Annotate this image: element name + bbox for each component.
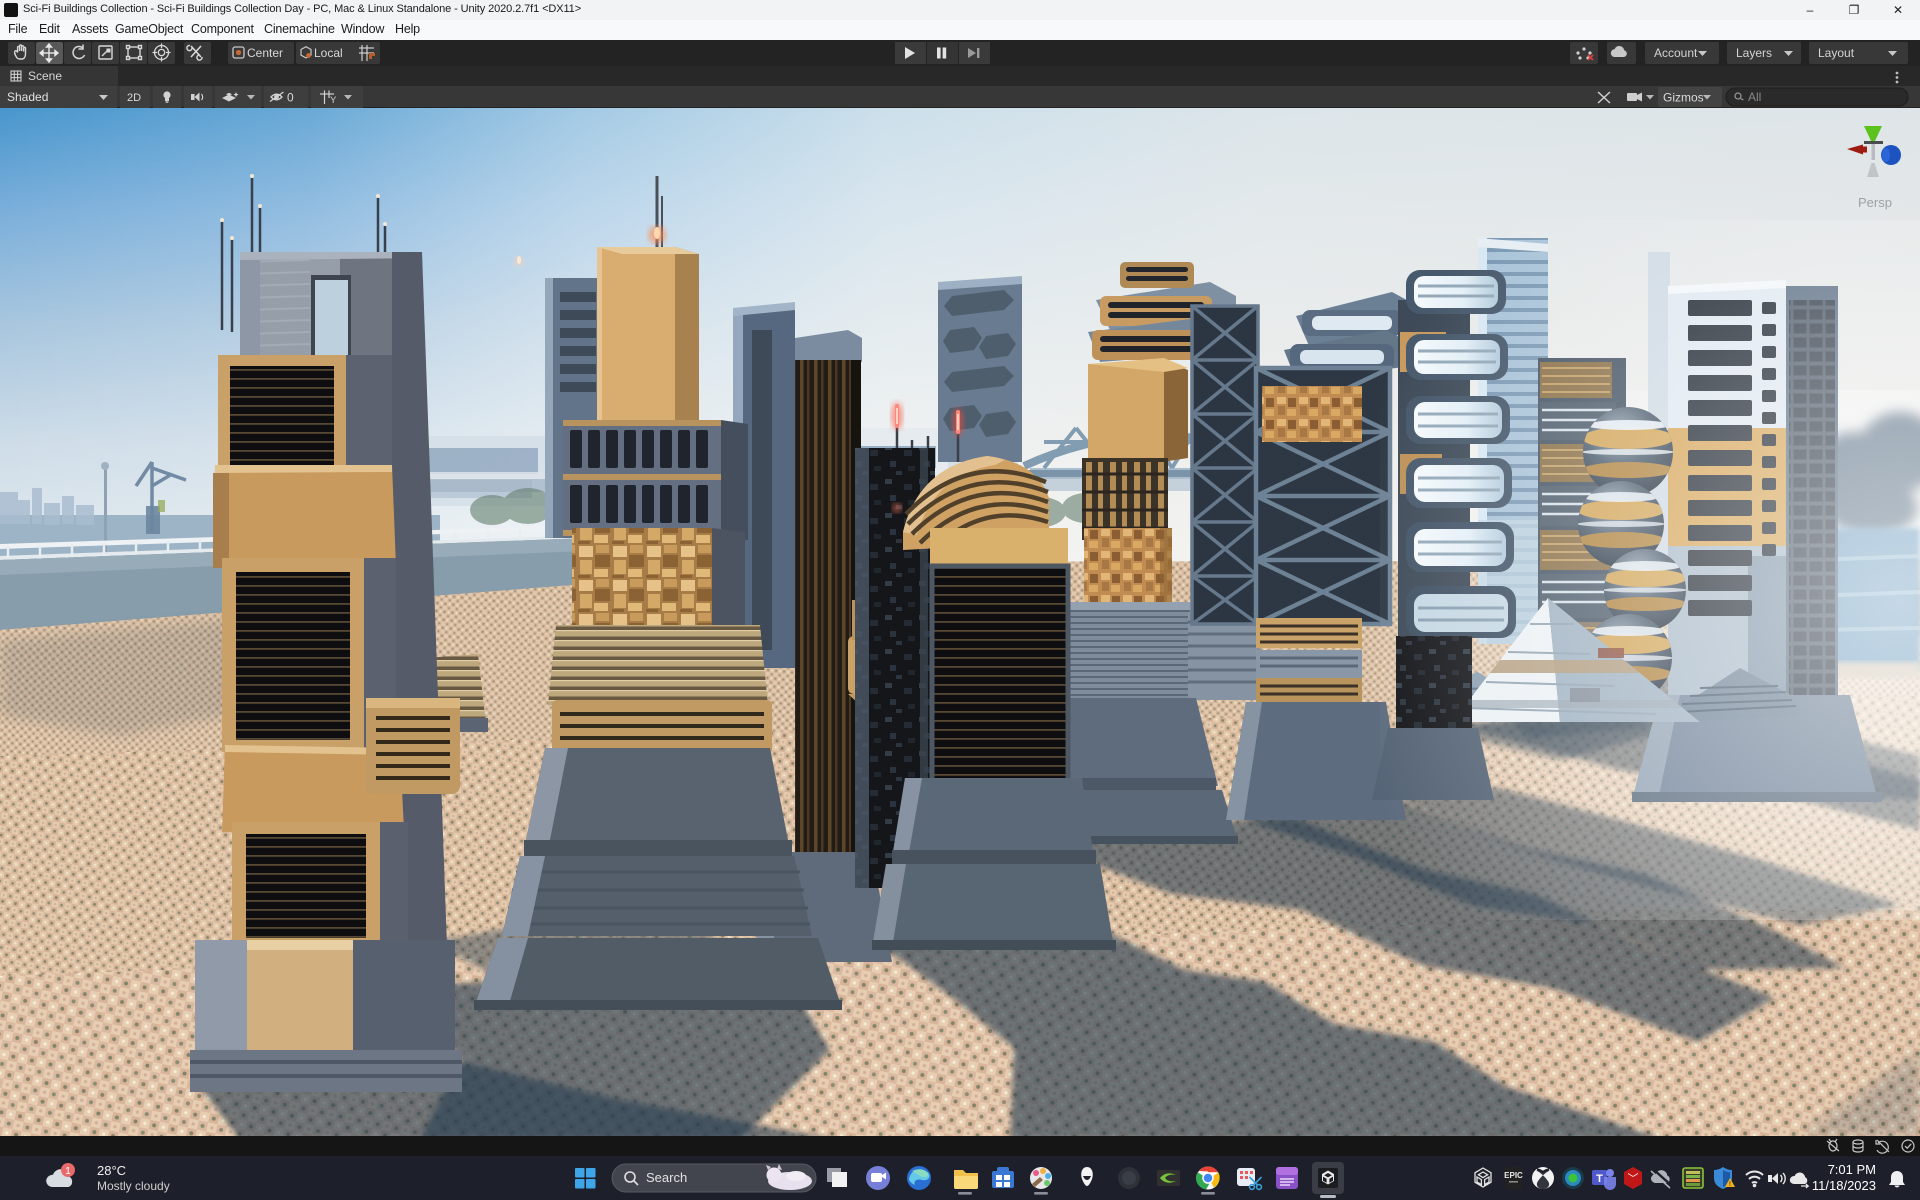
- svg-text:Account: Account: [1654, 46, 1698, 60]
- svg-text:Local: Local: [314, 46, 343, 60]
- svg-text:2D: 2D: [127, 92, 141, 104]
- svg-text:EPIC: EPIC: [1504, 1171, 1523, 1180]
- svg-text:T: T: [1596, 1173, 1603, 1185]
- svg-text:Gizmos: Gizmos: [1663, 91, 1704, 105]
- svg-text:Layout: Layout: [1818, 46, 1855, 60]
- svg-text:All: All: [1748, 90, 1761, 104]
- svg-text:1: 1: [65, 1166, 71, 1177]
- svg-text:Search: Search: [646, 1170, 687, 1185]
- svg-text:0: 0: [287, 91, 294, 105]
- svg-text:!: !: [1729, 1181, 1731, 1188]
- svg-text:Y: Y: [330, 95, 337, 106]
- svg-text:Center: Center: [247, 46, 283, 60]
- svg-text:Shaded: Shaded: [7, 90, 48, 104]
- svg-text:Layers: Layers: [1736, 46, 1772, 60]
- svg-text:Persp: Persp: [1858, 195, 1892, 210]
